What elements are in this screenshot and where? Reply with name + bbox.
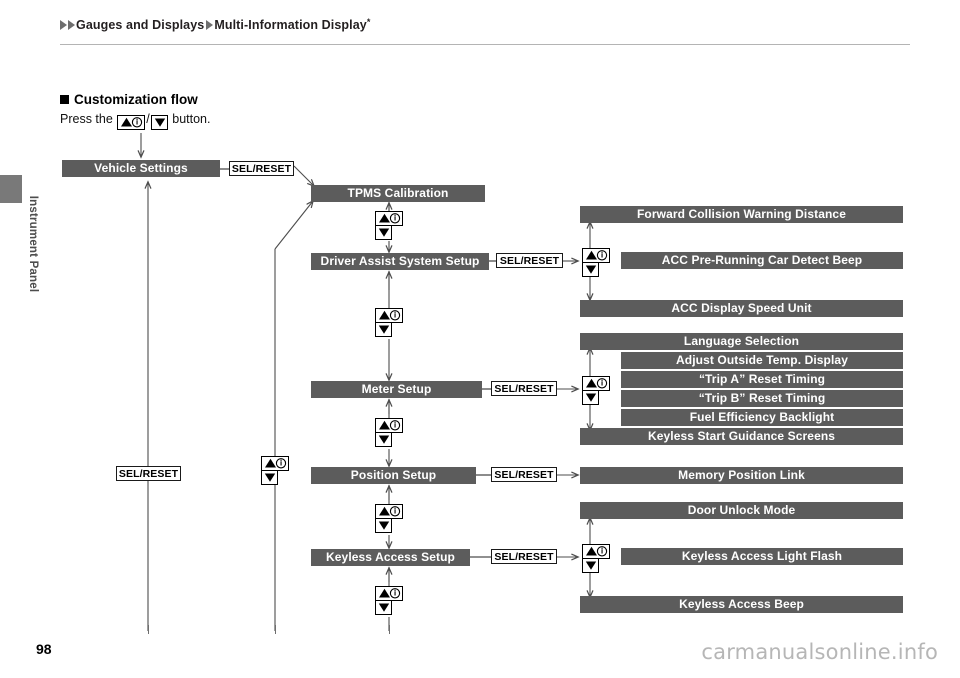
flow-leaf-language-selection[interactable]: Language Selection: [580, 333, 903, 350]
nav-buttons-meter-to-position[interactable]: [375, 418, 405, 447]
flow-leaf-fuel-efficiency-backlight[interactable]: Fuel Efficiency Backlight: [621, 409, 903, 426]
up-arrow-info-button-icon[interactable]: [375, 418, 403, 433]
flow-leaf-keyless-access-light-flash[interactable]: Keyless Access Light Flash: [621, 548, 903, 565]
flow-node-vehicle-settings[interactable]: Vehicle Settings: [62, 160, 220, 177]
flow-leaf-keyless-access-beep[interactable]: Keyless Access Beep: [580, 596, 903, 613]
down-arrow-button-icon[interactable]: [375, 518, 392, 533]
up-arrow-info-button-icon[interactable]: [261, 456, 289, 471]
site-watermark: carmanualsonline.info: [701, 640, 938, 664]
sel-reset-label-keyless-access: SEL/RESET: [491, 549, 557, 564]
down-arrow-button-icon[interactable]: [375, 600, 392, 615]
up-arrow-info-button-icon[interactable]: [375, 211, 403, 226]
sel-reset-label-return: SEL/RESET: [116, 466, 181, 481]
sel-reset-label-position-setup: SEL/RESET: [491, 467, 557, 482]
sel-reset-label-driver-assist: SEL/RESET: [496, 253, 563, 268]
flow-leaf-trip-b-reset-timing[interactable]: “Trip B” Reset Timing: [621, 390, 903, 407]
manual-page: Gauges and Displays Multi-Information Dis…: [0, 0, 960, 678]
nav-buttons-return-line[interactable]: [261, 456, 291, 485]
flow-node-meter-setup[interactable]: Meter Setup: [311, 381, 482, 398]
up-arrow-info-button-icon[interactable]: [375, 504, 403, 519]
nav-buttons-meter-setup-items[interactable]: [582, 376, 612, 405]
page-number: 98: [36, 641, 52, 657]
flow-node-tpms-calibration[interactable]: TPMS Calibration: [311, 185, 485, 202]
nav-buttons-driver-assist-items[interactable]: [582, 248, 612, 277]
up-arrow-info-button-icon[interactable]: [375, 586, 403, 601]
down-arrow-button-icon[interactable]: [582, 558, 599, 573]
up-arrow-info-button-icon[interactable]: [582, 376, 610, 391]
page-break-tick: [148, 625, 149, 634]
down-arrow-button-icon[interactable]: [582, 390, 599, 405]
nav-buttons-position-to-keyless[interactable]: [375, 504, 405, 533]
nav-buttons-keyless-next[interactable]: [375, 586, 405, 615]
flow-leaf-memory-position-link[interactable]: Memory Position Link: [580, 467, 903, 484]
flow-leaf-keyless-start-guidance-screens[interactable]: Keyless Start Guidance Screens: [580, 428, 903, 445]
page-break-tick: [275, 625, 276, 634]
up-arrow-info-button-icon[interactable]: [375, 308, 403, 323]
down-arrow-button-icon[interactable]: [375, 322, 392, 337]
down-arrow-button-icon[interactable]: [582, 262, 599, 277]
page-break-tick: [389, 625, 390, 634]
flow-leaf-trip-a-reset-timing[interactable]: “Trip A” Reset Timing: [621, 371, 903, 388]
nav-buttons-driver-assist-to-meter[interactable]: [375, 308, 405, 337]
up-arrow-info-button-icon[interactable]: [582, 248, 610, 263]
sel-reset-label-root: SEL/RESET: [229, 161, 294, 176]
flow-node-driver-assist-system-setup[interactable]: Driver Assist System Setup: [311, 253, 489, 270]
flow-leaf-door-unlock-mode[interactable]: Door Unlock Mode: [580, 502, 903, 519]
down-arrow-button-icon[interactable]: [261, 470, 278, 485]
flow-leaf-adjust-outside-temp-display[interactable]: Adjust Outside Temp. Display: [621, 352, 903, 369]
flow-leaf-acc-pre-running-car-detect-beep[interactable]: ACC Pre-Running Car Detect Beep: [621, 252, 903, 269]
flow-leaf-forward-collision-warning-distance[interactable]: Forward Collision Warning Distance: [580, 206, 903, 223]
flow-leaf-acc-display-speed-unit[interactable]: ACC Display Speed Unit: [580, 300, 903, 317]
flow-node-position-setup[interactable]: Position Setup: [311, 467, 476, 484]
down-arrow-button-icon[interactable]: [375, 225, 392, 240]
down-arrow-button-icon[interactable]: [375, 432, 392, 447]
nav-buttons-keyless-access-items[interactable]: [582, 544, 612, 573]
flow-node-keyless-access-setup[interactable]: Keyless Access Setup: [311, 549, 470, 566]
up-arrow-info-button-icon[interactable]: [582, 544, 610, 559]
sel-reset-label-meter-setup: SEL/RESET: [491, 381, 557, 396]
nav-buttons-tpms-to-driver-assist[interactable]: [375, 211, 405, 240]
